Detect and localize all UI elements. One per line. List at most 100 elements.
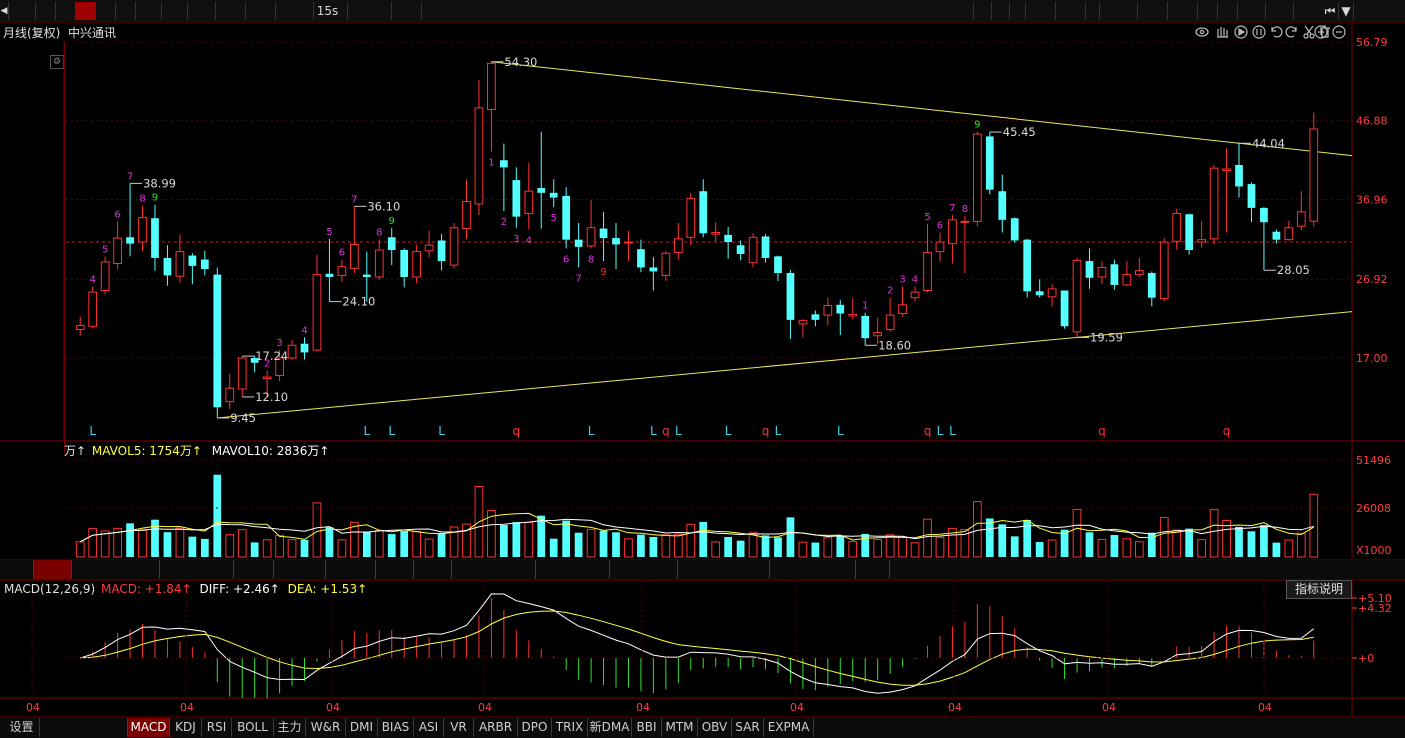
candle-body xyxy=(325,273,334,277)
volume-tab-12[interactable] xyxy=(678,560,770,579)
diff-value: DIFF: +2.46↑ xyxy=(199,582,280,596)
indicator-tab-boll[interactable]: BOLL xyxy=(232,718,274,737)
price-annotation: 9.45 xyxy=(230,411,256,425)
indicator-tab-mtm[interactable]: MTM xyxy=(662,718,698,737)
volume-bar xyxy=(972,501,982,558)
volume-bar xyxy=(1309,493,1319,558)
indicator-tab-dmi[interactable]: DMI xyxy=(346,718,378,737)
indicator-help-button[interactable]: 指标说明 xyxy=(1286,580,1352,599)
indicator-tab-macd[interactable]: MACD xyxy=(128,718,170,737)
candle-body xyxy=(1296,211,1306,227)
candle-body xyxy=(786,273,795,320)
chart-canvas: 54.30 45.45 44.04 38.99 36.10 24.10 18.60 19.59… xyxy=(0,22,1405,716)
dea-value: DEA: +1.53↑ xyxy=(287,582,368,596)
volume-bar xyxy=(935,536,945,558)
candle-body xyxy=(1172,212,1182,242)
time-axis-label: 04 xyxy=(790,701,804,714)
volume-bar xyxy=(1097,538,1107,558)
signal-letter: L xyxy=(89,424,96,438)
candle-body xyxy=(437,240,446,262)
volume-bar xyxy=(262,539,272,558)
candle-body xyxy=(188,255,197,266)
candle-body xyxy=(960,220,970,223)
indicator-tab-vr[interactable]: VR xyxy=(444,718,474,737)
volume-tab-11[interactable] xyxy=(610,560,678,579)
volume-bar xyxy=(923,518,932,558)
volume-bar xyxy=(1159,516,1169,558)
indicator-tab-item[interactable] xyxy=(40,718,128,737)
candle-body xyxy=(811,314,820,320)
volume-tab-7[interactable] xyxy=(376,560,414,579)
candle-body xyxy=(699,191,708,234)
volume-tab-4[interactable] xyxy=(234,560,274,579)
volume-bar xyxy=(1260,525,1268,557)
candle-body xyxy=(262,376,272,380)
sequence-signal: 8 xyxy=(962,204,968,215)
volume-tab-8[interactable] xyxy=(414,560,452,579)
volume-bar xyxy=(412,530,422,558)
candle-body xyxy=(711,232,721,235)
volume-tab-13[interactable] xyxy=(770,560,856,579)
candle-body xyxy=(761,236,770,258)
sequence-signal: 4 xyxy=(90,275,96,286)
volume-bar xyxy=(885,534,895,558)
volume-bar xyxy=(624,538,633,558)
candle-body xyxy=(748,236,758,264)
sequence-signal: 5 xyxy=(326,227,332,238)
candle-body xyxy=(387,237,396,250)
indicator-tab-bias[interactable]: BIAS xyxy=(378,718,414,737)
candle-body xyxy=(1110,264,1119,285)
candle-body xyxy=(175,251,185,277)
volume-tab-6[interactable] xyxy=(326,560,376,579)
volume-bar xyxy=(798,541,808,558)
time-axis-label: 04 xyxy=(326,701,340,714)
volume-tab-9[interactable] xyxy=(452,560,536,579)
volume-tab-2[interactable] xyxy=(72,560,160,579)
candle-body xyxy=(1284,227,1294,241)
indicator-tab-expma[interactable]: EXPMA xyxy=(764,718,814,737)
sequence-signal: 6 xyxy=(563,254,569,265)
candle-body xyxy=(1134,270,1144,276)
indicator-tab-item[interactable]: 设置 xyxy=(4,718,40,737)
volume-bar xyxy=(836,535,845,557)
volume-bar xyxy=(275,534,284,558)
indicator-tab-kdj[interactable]: KDJ xyxy=(170,718,202,737)
indicator-tab-sar[interactable]: SAR xyxy=(732,718,764,737)
candle-body xyxy=(985,136,994,190)
indicator-tab-w-r[interactable]: W&R xyxy=(306,718,346,737)
volume-axis-label: X1000 xyxy=(1356,544,1392,557)
volume-bar xyxy=(811,542,820,557)
indicator-tab-dma[interactable]: 新DMA xyxy=(588,718,632,737)
indicator-tab-rsi[interactable]: RSI xyxy=(202,718,232,737)
volume-tab-1[interactable] xyxy=(34,560,72,579)
indicator-tab-bbi[interactable]: BBI xyxy=(632,718,662,737)
candle-body xyxy=(599,228,608,239)
volume-bar xyxy=(1110,535,1119,557)
volume-bar xyxy=(138,528,147,558)
candle-body xyxy=(500,160,508,168)
volume-bar xyxy=(188,536,197,557)
time-axis-label: 04 xyxy=(948,701,962,714)
candle-body xyxy=(374,249,384,278)
indicator-tab-trix[interactable]: TRIX xyxy=(552,718,588,737)
macd-indicator xyxy=(80,593,1315,699)
candle-body xyxy=(948,219,957,245)
candle-body xyxy=(586,227,596,247)
volume-bar xyxy=(237,529,247,558)
candle-body xyxy=(724,234,733,243)
indicator-tab-asi[interactable]: ASI xyxy=(414,718,444,737)
volume-tab-0[interactable] xyxy=(4,560,34,579)
signal-letter: L xyxy=(675,424,682,438)
indicator-tab-arbr[interactable]: ARBR xyxy=(474,718,518,737)
mavol10-label: MAVOL10: 2836万↑ xyxy=(211,444,330,458)
volume-tab-3[interactable] xyxy=(160,560,234,579)
volume-tab-14[interactable] xyxy=(856,560,890,579)
indicator-tab-obv[interactable]: OBV xyxy=(698,718,732,737)
candle-body xyxy=(624,241,633,244)
candle-body xyxy=(1023,239,1032,292)
indicator-tab-dpo[interactable]: DPO xyxy=(518,718,552,737)
indicator-tab-item[interactable]: 主力 xyxy=(274,718,306,737)
volume-tab-10[interactable] xyxy=(536,560,610,579)
signal-letter: q xyxy=(924,424,932,438)
volume-tab-5[interactable] xyxy=(274,560,326,579)
